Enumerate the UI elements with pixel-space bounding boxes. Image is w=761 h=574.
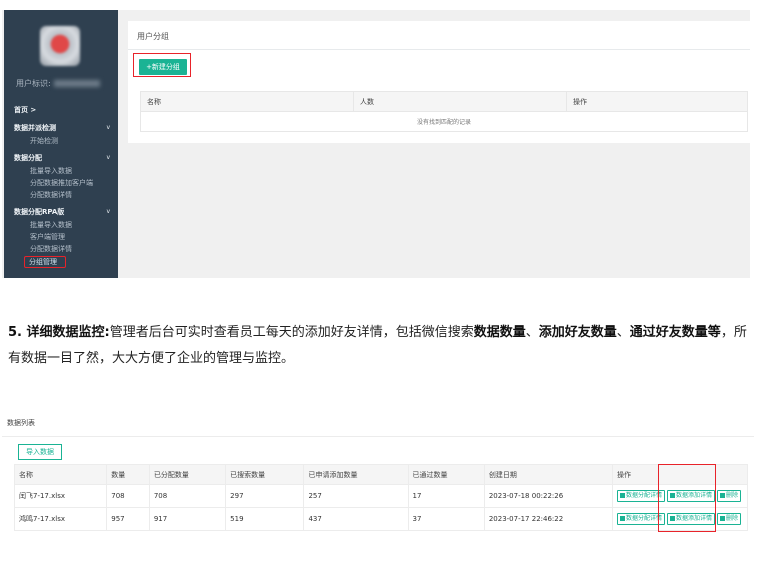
cell-passed: 17 <box>407 484 485 508</box>
table-header-row: 名称 人数 操作 <box>140 91 748 112</box>
chevron-down-icon: v <box>106 208 110 215</box>
nav-group-label: 数据分配RPA版 <box>14 208 65 216</box>
para-bold: 通过好友数量等 <box>629 325 721 340</box>
para-heading: 详细数据监控: <box>26 325 110 340</box>
delete-button[interactable]: 删除 <box>716 490 741 502</box>
nav-item-start-detect[interactable]: 开始检测 <box>4 135 118 147</box>
trash-icon <box>719 492 725 498</box>
highlight-box-add-detail <box>658 464 716 532</box>
nav-item-rpa-batch-import[interactable]: 批量导入数据 <box>4 219 118 231</box>
admin-screenshot-data-list: 数据列表 导入数据 名称 数量 已分配数量 已搜索数量 已申请添加数量 已通过数… <box>2 410 754 558</box>
avatar <box>40 26 80 66</box>
admin-screenshot-user-groups: 用户标识: 首页 > 数据并派检测 v 开始检测 数据分配 v 批量导入数据 分配数… <box>2 10 750 278</box>
cell-applied: 257 <box>303 484 409 508</box>
cell-name: 闰飞7-17.xlsx <box>13 484 108 508</box>
cell-passed: 37 <box>407 507 485 531</box>
para-text: 、 <box>525 325 539 340</box>
user-id-blurred <box>53 80 100 87</box>
data-list-title: 数据列表 <box>7 419 35 427</box>
nav-item-client-manage[interactable]: 客户端管理 <box>4 231 118 243</box>
col-count[interactable]: 人数 <box>353 91 567 112</box>
nav-group-detect[interactable]: 数据并派检测 v <box>4 121 118 135</box>
col-count[interactable]: 数量 <box>106 464 150 485</box>
cell-name: 鸿鸣7-17.xlsx <box>13 507 108 531</box>
empty-message: 没有找到匹配的记录 <box>140 111 748 132</box>
delete-button[interactable]: 删除 <box>716 513 741 525</box>
document-icon <box>619 492 625 498</box>
user-id-label-text: 用户标识: <box>16 79 51 88</box>
button-label: 数据分配详情 <box>625 492 662 499</box>
button-label: 数据分配详情 <box>625 515 662 522</box>
highlight-box-new-group <box>133 53 191 77</box>
highlight-group-manage: 分组管理 <box>24 256 66 268</box>
nav-group-distribute[interactable]: 数据分配 v <box>4 151 118 165</box>
panel-title: 用户分组 <box>137 32 169 41</box>
document-icon <box>619 515 625 521</box>
nav-item-rpa-distribute-detail[interactable]: 分配数据详情 <box>4 243 118 255</box>
nav-group-rpa[interactable]: 数据分配RPA版 v <box>4 205 118 219</box>
chevron-down-icon: v <box>106 124 110 131</box>
para-text: 、 <box>616 325 630 340</box>
table-row: 闰飞7-17.xlsx 708 708 297 257 17 2023-07-1… <box>13 484 749 508</box>
nav-home-label: 首页 > <box>14 106 37 114</box>
user-group-panel: 用户分组 +新建分组 名称 人数 操作 没有找到匹配的记录 <box>128 21 750 143</box>
cell-applied: 437 <box>303 507 409 531</box>
button-label: 删除 <box>725 492 738 499</box>
data-list-table: 名称 数量 已分配数量 已搜索数量 已申请添加数量 已通过数量 创建日期 操作 … <box>13 464 749 531</box>
para-number: 5. <box>8 325 27 340</box>
cell-count: 957 <box>106 507 150 531</box>
cell-created: 2023-07-17 22:46:22 <box>483 507 613 531</box>
sidebar: 用户标识: 首页 > 数据并派检测 v 开始检测 数据分配 v 批量导入数据 分配数… <box>4 10 118 278</box>
table-row: 没有找到匹配的记录 <box>140 111 748 132</box>
col-searched[interactable]: 已搜索数量 <box>225 464 305 485</box>
nav-item-push-client[interactable]: 分配数据推加客户端 <box>4 177 118 189</box>
nav-item-distribute-detail[interactable]: 分配数据详情 <box>4 189 118 201</box>
nav-home[interactable]: 首页 > <box>4 103 118 117</box>
col-created[interactable]: 创建日期 <box>483 464 613 485</box>
nav-group-label: 数据分配 <box>14 154 42 162</box>
col-passed[interactable]: 已通过数量 <box>407 464 485 485</box>
cell-searched: 297 <box>225 484 305 508</box>
user-id-label: 用户标识: <box>16 78 100 89</box>
chevron-down-icon: v <box>106 154 110 161</box>
user-group-table: 名称 人数 操作 没有找到匹配的记录 <box>140 91 748 132</box>
button-label: 删除 <box>725 515 738 522</box>
col-name[interactable]: 名称 <box>140 91 354 112</box>
cell-count: 708 <box>106 484 150 508</box>
col-applied[interactable]: 已申请添加数量 <box>303 464 409 485</box>
col-name[interactable]: 名称 <box>13 464 108 485</box>
col-action: 操作 <box>566 91 748 112</box>
table-header-row: 名称 数量 已分配数量 已搜索数量 已申请添加数量 已通过数量 创建日期 操作 <box>13 464 749 485</box>
cell-allocated: 917 <box>148 507 227 531</box>
col-allocated[interactable]: 已分配数量 <box>148 464 227 485</box>
para-bold: 添加好友数量 <box>538 325 617 340</box>
divider <box>2 436 754 437</box>
sidebar-nav: 首页 > 数据并派检测 v 开始检测 数据分配 v 批量导入数据 分配数据推加客户端… <box>4 103 118 269</box>
cell-allocated: 708 <box>148 484 227 508</box>
cell-created: 2023-07-18 00:22:26 <box>483 484 613 508</box>
cell-searched: 519 <box>225 507 305 531</box>
para-bold: 数据数量 <box>473 325 526 340</box>
trash-icon <box>719 515 725 521</box>
description-paragraph: 5. 详细数据监控:管理者后台可实时查看员工每天的添加好友详情，包括微信搜索数据… <box>8 320 753 372</box>
table-row: 鸿鸣7-17.xlsx 957 917 519 437 37 2023-07-1… <box>13 507 749 531</box>
nav-item-group-manage[interactable]: 分组管理 <box>4 255 118 269</box>
nav-item-batch-import[interactable]: 批量导入数据 <box>4 165 118 177</box>
para-text: 管理者后台可实时查看员工每天的添加好友详情，包括微信搜索 <box>109 325 474 340</box>
nav-group-label: 数据并派检测 <box>14 124 56 132</box>
divider <box>128 49 750 50</box>
import-data-button[interactable]: 导入数据 <box>18 444 62 460</box>
